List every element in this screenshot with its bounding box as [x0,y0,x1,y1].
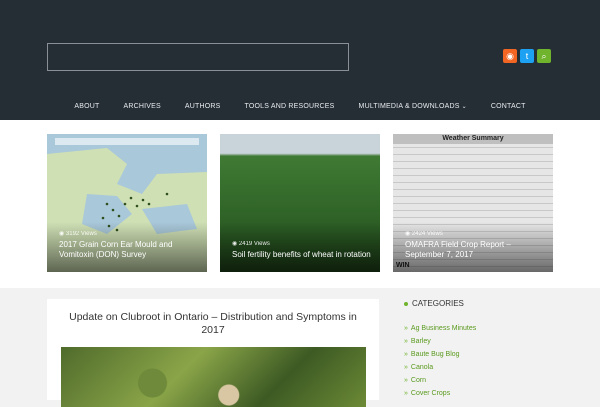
category-label: Barley [410,338,431,345]
chevron-right-icon: » [404,390,408,397]
category-item[interactable]: » Ag Business Minutes [404,322,556,335]
categories-heading-text: CATEGORIES [412,299,464,308]
category-label: Baute Bug Blog [410,351,460,358]
weather-table-title: Weather Summary [393,134,553,144]
nav-item-multimedia-label: MULTIMEDIA & DOWNLOADS [358,103,460,110]
eye-icon: ◉ [59,231,66,237]
nav-item-about[interactable]: ABOUT [62,97,111,117]
bullet-icon [404,301,408,306]
card-title[interactable]: OMAFRA Field Crop Report – September 7, … [405,240,545,260]
chevron-right-icon: » [404,364,408,371]
chevron-right-icon: » [404,377,408,384]
chevron-right-icon: » [404,325,408,332]
main-nav: ABOUT ARCHIVES AUTHORS TOOLS AND RESOURC… [0,97,600,117]
site-logo-box[interactable] [47,43,349,71]
views-count: 3192 Views [65,231,97,237]
eye-icon: ◉ [232,241,239,247]
chevron-right-icon: » [404,351,408,358]
rss-glyph: ◉ [506,50,514,61]
category-item[interactable]: » Barley [404,335,556,348]
chevron-down-icon: ⌄ [461,104,467,110]
rss-icon[interactable]: ◉ [503,49,517,63]
card-caption: ◉ 2424 Views OMAFRA Field Crop Report – … [405,230,545,260]
nav-item-authors[interactable]: AUTHORS [173,97,233,117]
card-caption: ◉ 2419 Views Soil fertility benefits of … [232,240,372,260]
card-title[interactable]: 2017 Grain Corn Ear Mould and Vomitoxin … [59,240,199,260]
article-title[interactable]: Update on Clubroot in Ontario – Distribu… [61,311,365,337]
category-label: Cover Crops [410,390,451,397]
categories-list: » Ag Business Minutes » Barley » Baute Bug … [404,322,556,400]
category-label: Corn [410,377,427,384]
card-title[interactable]: Soil fertility benefits of wheat in rota… [232,250,372,260]
main-article: Update on Clubroot in Ontario – Distribu… [47,299,379,407]
category-item[interactable]: » Cover Crops [404,387,556,400]
card-views: ◉ 2419 Views [232,240,372,247]
category-item[interactable]: » Baute Bug Blog [404,348,556,361]
search-glyph: ⌕ [541,50,547,61]
card-views: ◉ 2424 Views [405,230,545,237]
social-links: ◉ t ⌕ [503,49,551,63]
nav-item-archives[interactable]: ARCHIVES [112,97,173,117]
category-item[interactable]: » Corn [404,374,556,387]
views-count: 2424 Views [411,231,443,237]
categories-heading: CATEGORIES [404,299,556,308]
eye-icon: ◉ [405,231,412,237]
nav-item-multimedia[interactable]: MULTIMEDIA & DOWNLOADS ⌄ [347,97,479,117]
views-count: 2419 Views [238,241,270,247]
twitter-glyph: t [525,50,529,61]
site-header: ◉ t ⌕ ABOUT ARCHIVES AUTHORS TOOLS AND R… [0,0,600,120]
category-item[interactable]: » Canola [404,361,556,374]
card-views: ◉ 3192 Views [59,230,199,237]
featured-card-1[interactable]: ◉ 3192 Views 2017 Grain Corn Ear Mould a… [47,134,207,272]
featured-card-2[interactable]: ◉ 2419 Views Soil fertility benefits of … [220,134,380,272]
sidebar: CATEGORIES » Ag Business Minutes » Barley … [396,288,556,400]
card-caption: ◉ 3192 Views 2017 Grain Corn Ear Mould a… [59,230,199,260]
search-icon[interactable]: ⌕ [537,49,551,63]
chevron-right-icon: » [404,338,408,345]
article-image[interactable] [61,347,366,407]
category-label: Ag Business Minutes [410,325,477,332]
nav-item-contact[interactable]: CONTACT [479,97,538,117]
nav-item-tools[interactable]: TOOLS AND RESOURCES [233,97,347,117]
win-logo: WIN [396,262,410,269]
featured-card-3[interactable]: Weather Summary ◉ 2424 Views OMAFRA Fiel… [393,134,553,272]
category-label: Canola [410,364,434,371]
twitter-icon[interactable]: t [520,49,534,63]
